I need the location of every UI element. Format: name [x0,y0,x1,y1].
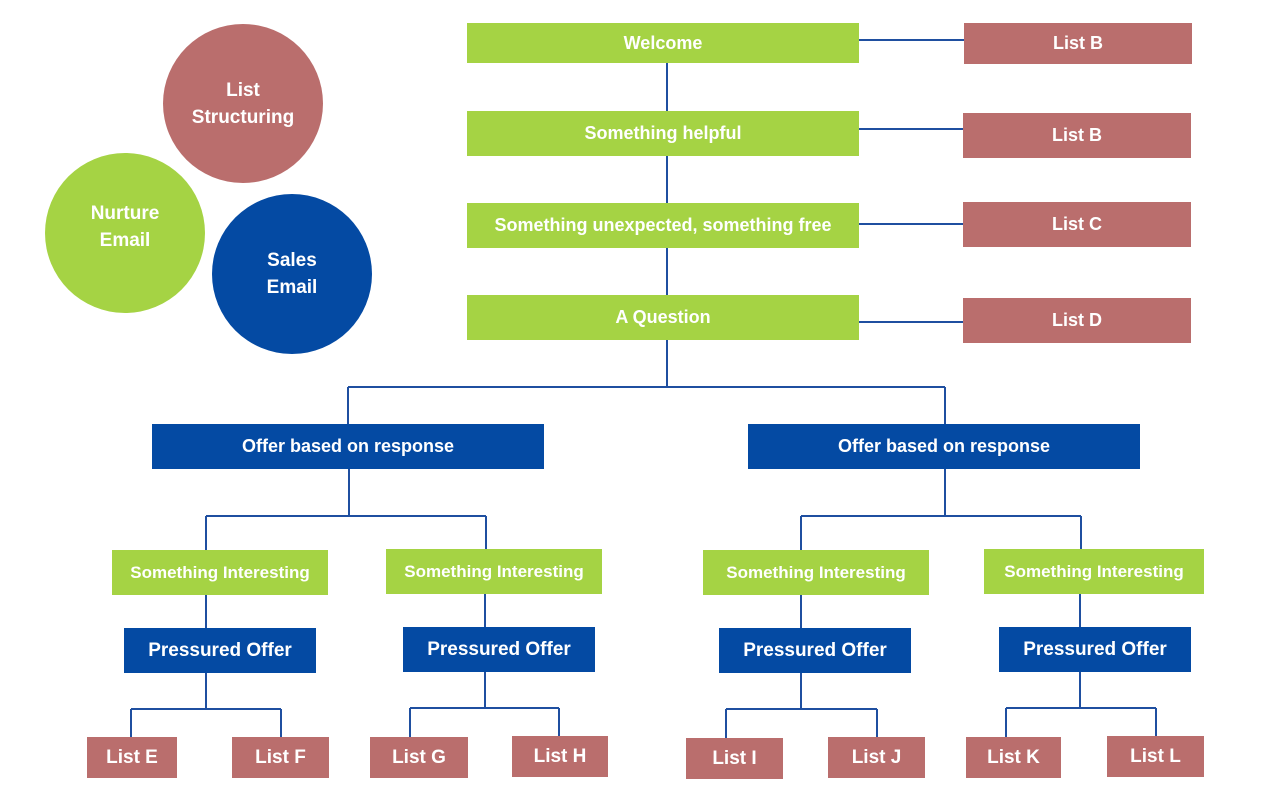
list-box: List K [966,737,1061,778]
interesting-label: Something Interesting [1004,561,1184,581]
legend-label-line: Structuring [191,106,295,128]
list-label: List C [1051,214,1102,234]
pressured-offer-label: Pressured Offer [1023,638,1167,660]
list-label: List J [851,746,902,768]
list-box: List B [964,23,1192,64]
interesting-label: Something Interesting [130,562,310,582]
sequence-step: A Question [467,295,859,340]
list-box: List E [87,737,177,778]
legend-label-line: Email [99,230,151,251]
sequence-step: Something unexpected, something free [467,203,859,248]
list-box: List B [963,113,1191,158]
legend-label-line: List [226,79,260,101]
pressured-offer-box: Pressured Offer [403,627,595,672]
sequence-step: Something helpful [467,111,859,156]
pressured-offer-label: Pressured Offer [743,639,887,661]
offer-box: Offer based on response [152,424,544,469]
list-label: List H [533,745,587,767]
legend-circle-sales-email: Sales Email [212,194,372,354]
legend-label-line: Nurture [90,203,160,224]
sequence-step-label: Welcome [623,32,703,53]
sequence-step-label: A Question [615,307,711,327]
list-label: List F [255,746,306,768]
legend-label-line: Sales [267,250,317,271]
pressured-offer-box: Pressured Offer [719,628,911,673]
pressured-offer-box: Pressured Offer [124,628,316,673]
interesting-box: Something Interesting [112,550,328,595]
offer-label: Offer based on response [241,436,455,456]
interesting-label: Something Interesting [726,562,906,582]
offer-label: Offer based on response [837,436,1051,456]
legend-circle-nurture-email: Nurture Email [45,153,205,313]
sequence-step-label: Something unexpected, something free [494,215,832,235]
list-label: List K [987,746,1040,768]
list-box: List D [963,298,1191,343]
sequence-step-label: Something helpful [584,123,742,143]
interesting-label: Something Interesting [404,561,584,581]
list-label: List L [1130,745,1181,767]
interesting-box: Something Interesting [703,550,929,595]
list-box: List I [686,738,783,779]
pressured-offer-label: Pressured Offer [148,639,292,661]
email-flow-diagram: List Structuring Nurture Email Sales Ema… [0,0,1280,800]
list-box: List F [232,737,329,778]
legend-label-line: Email [266,277,318,298]
list-label: List B [1052,33,1103,53]
interesting-box: Something Interesting [984,549,1204,594]
list-box: List H [512,736,608,777]
pressured-offer-box: Pressured Offer [999,627,1191,672]
list-box: List L [1107,736,1204,777]
list-box: List C [963,202,1191,247]
interesting-box: Something Interesting [386,549,602,594]
list-label: List G [392,746,446,768]
legend-circle-list-structuring: List Structuring [163,24,323,183]
list-label: List D [1051,310,1102,330]
list-box: List G [370,737,468,778]
list-label: List E [106,746,158,768]
list-label: List B [1051,125,1102,145]
pressured-offer-label: Pressured Offer [427,638,571,660]
list-box: List J [828,737,925,778]
list-label: List I [712,747,757,769]
offer-box: Offer based on response [748,424,1140,469]
sequence-step: Welcome [467,23,859,63]
